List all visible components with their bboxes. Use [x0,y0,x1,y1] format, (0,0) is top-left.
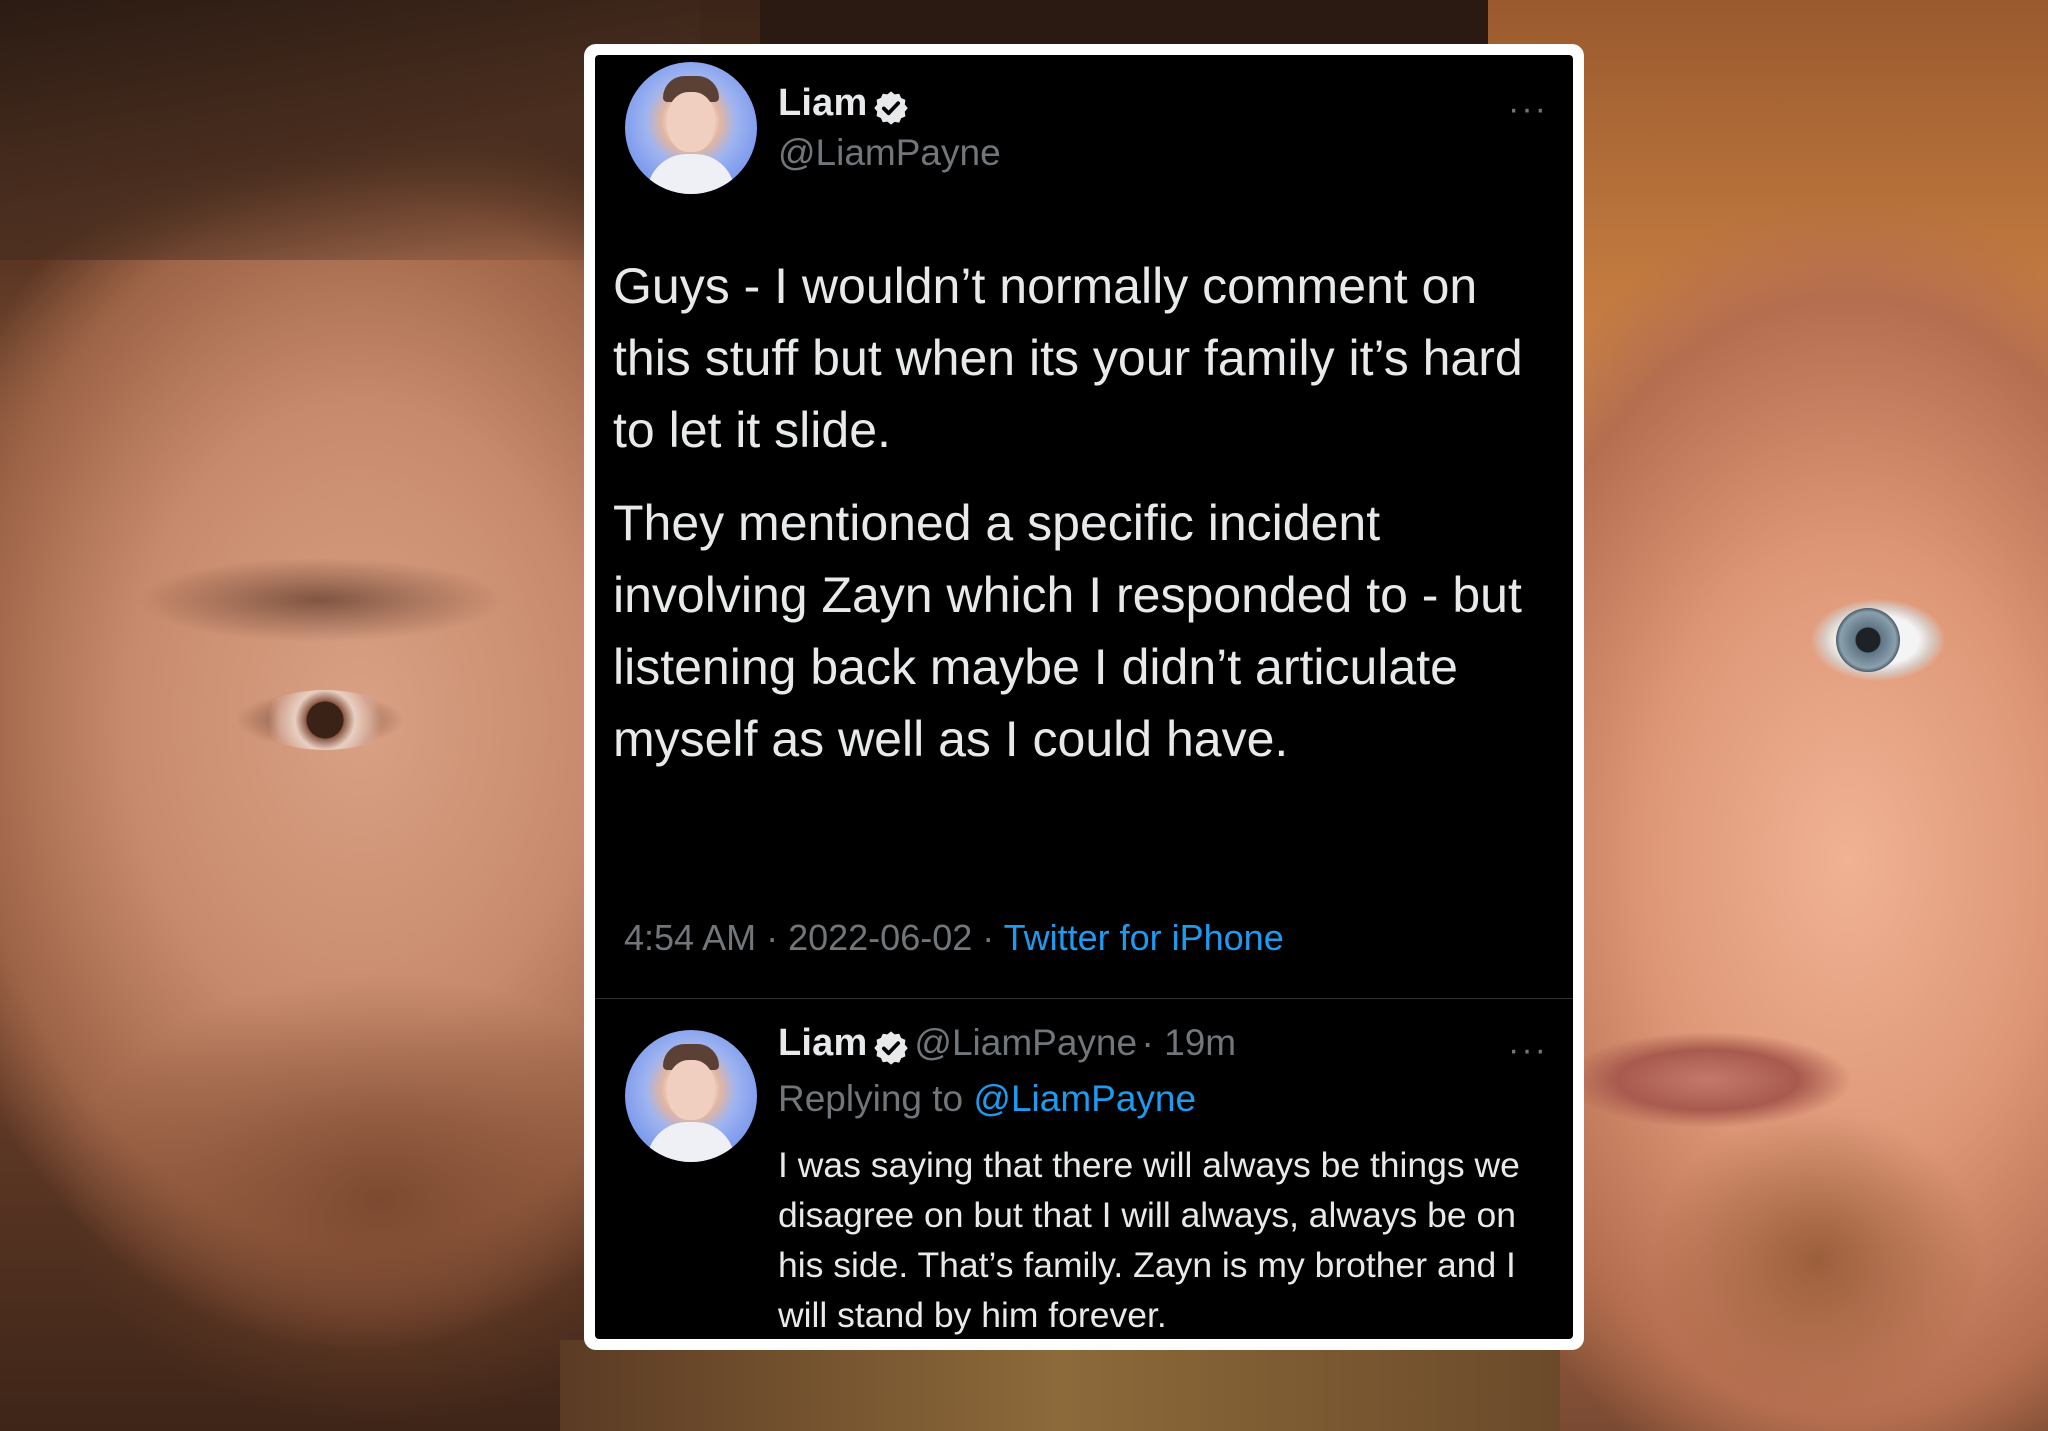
verified-badge-icon [872,89,910,132]
background-eye-left [255,690,395,750]
author-name[interactable]: Liam [778,82,868,124]
avatar-shirt [647,1122,735,1162]
tweet-source-link[interactable]: Twitter for iPhone [1004,917,1284,958]
tweet-paragraph-1: Guys - I wouldn’t normally comment on th… [613,258,1523,458]
replying-to-handle-link[interactable]: @LiamPayne [973,1078,1196,1119]
author-avatar[interactable] [625,62,757,194]
tweet-more-options-icon[interactable]: ··· [1508,92,1548,126]
reply-text: I was saying that there will always be t… [778,1145,1520,1335]
screenshot-scene: Liam @LiamPayne ··· Guys - I wouldn’t no… [0,0,2048,1431]
tweet-author-row: Liam [778,82,910,132]
replying-to-label: Replying to [778,1078,964,1119]
avatar-shirt [647,154,735,194]
tweet-text-continued: They mentioned a specific incident invol… [613,487,1553,775]
tweet-divider [595,998,1573,999]
author-handle[interactable]: @LiamPayne [778,132,1001,174]
reply-author-handle[interactable]: @LiamPayne [914,1022,1137,1063]
reply-more-options-icon[interactable]: ··· [1508,1033,1548,1067]
reply-author-avatar[interactable] [625,1030,757,1162]
tweet-meta: 4:54 AM · 2022-06-02 · Twitter for iPhon… [624,917,1284,959]
reply-author-name[interactable]: Liam [778,1022,868,1064]
background-eye-right [1836,608,1900,672]
meta-separator: · [756,917,789,958]
tweet-date[interactable]: 2022-06-02 [788,917,972,958]
tweet-time[interactable]: 4:54 AM [624,917,756,958]
background-photo-bottom [560,1340,1560,1431]
verified-badge-icon [872,1029,910,1072]
avatar-face [667,92,715,152]
replying-to-line: Replying to @LiamPayne [778,1078,1196,1120]
avatar-face [667,1060,715,1120]
reply-author-row: Liam @LiamPayne · 19m [778,1022,1236,1072]
tweet-paragraph-2: They mentioned a specific incident invol… [613,495,1522,767]
meta-separator: · [972,917,1004,958]
reply-age[interactable]: · 19m [1142,1022,1237,1063]
tweet-text: Guys - I wouldn’t normally comment on th… [613,250,1553,466]
